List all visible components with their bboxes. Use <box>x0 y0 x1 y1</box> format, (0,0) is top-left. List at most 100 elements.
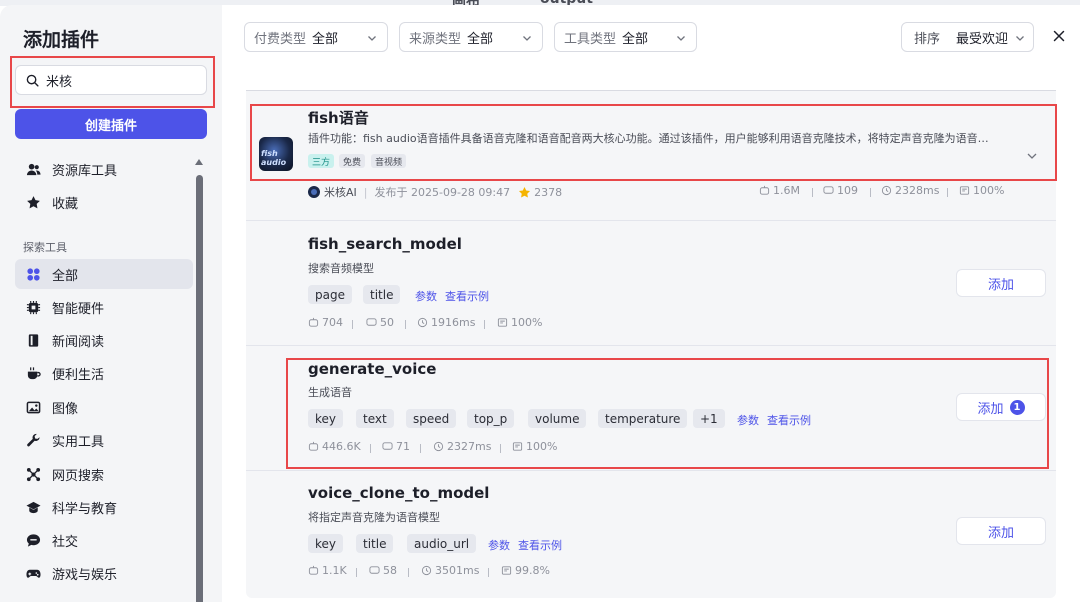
star-icon <box>519 186 531 198</box>
publisher-name: 米核AI <box>324 186 357 199</box>
expand-chevron-icon[interactable] <box>1026 150 1038 162</box>
sidebar-item-label: 网页搜索 <box>52 468 105 484</box>
added-count-badge: 1 <box>1009 399 1025 415</box>
filter-label: 付费类型 <box>254 31 307 47</box>
param-tag: top_p <box>467 409 515 428</box>
tool-type-filter[interactable]: 工具类型 全部 <box>554 22 697 52</box>
sidebar-item-news[interactable]: 新闻阅读 <box>15 325 193 355</box>
document-icon <box>959 186 970 195</box>
publish-date: 发布于 2025-09-28 09:47 <box>374 186 511 199</box>
clock-icon <box>433 441 444 452</box>
sidebar-item-label: 全部 <box>52 268 79 284</box>
params-link[interactable]: 参数 <box>415 288 437 304</box>
pay-type-filter[interactable]: 付费类型 全部 <box>244 22 388 52</box>
section-label: 探索工具 <box>23 241 67 254</box>
stat-latency: 3501ms <box>421 564 479 577</box>
add-tool-button[interactable]: 添加 <box>956 269 1046 297</box>
tool-description: 生成语音 <box>308 386 352 399</box>
sidebar-item-all[interactable]: 全部 <box>15 259 193 289</box>
sidebar-item-image[interactable]: 图像 <box>15 392 193 422</box>
clock-icon <box>421 565 432 576</box>
stat-separator <box>484 320 485 329</box>
chevron-down-icon <box>368 36 376 41</box>
message-icon <box>382 442 393 450</box>
add-tool-button[interactable]: 添加 <box>956 517 1046 545</box>
clock-icon <box>417 317 428 328</box>
plugin-tag: 三方 <box>308 154 335 168</box>
bot-icon <box>308 441 319 451</box>
chat-icon <box>25 532 41 548</box>
sort-label: 排序 <box>914 31 941 47</box>
param-tag: audio_url <box>407 534 477 553</box>
sidebar-item-label: 智能硬件 <box>52 301 105 317</box>
stat-calls: 58 <box>369 564 397 577</box>
bot-icon <box>759 185 770 195</box>
params-link[interactable]: 参数 <box>488 537 510 553</box>
sidebar-scrollbar[interactable] <box>196 175 203 602</box>
sidebar-item-favorites[interactable]: 收藏 <box>15 187 193 217</box>
sidebar-item-life[interactable]: 便利生活 <box>15 358 193 388</box>
param-tag: page <box>308 285 352 304</box>
stat-separator <box>370 444 371 453</box>
sort-select[interactable]: 排序 最受欢迎 <box>901 22 1034 52</box>
create-plugin-button[interactable]: 创建插件 <box>15 109 207 139</box>
tool-name: generate_voice <box>308 360 437 378</box>
params-link[interactable]: 参数 <box>737 412 759 428</box>
stat-separator <box>488 568 489 577</box>
graduation-cap-icon <box>25 499 41 515</box>
param-tag: key <box>308 534 344 553</box>
view-example-link[interactable]: 查看示例 <box>767 412 811 428</box>
stat-latency: 1916ms <box>417 316 475 329</box>
gamepad-icon <box>25 565 41 581</box>
sidebar-item-label: 图像 <box>52 401 79 417</box>
sidebar-item-resource-tools[interactable]: 资源库工具 <box>15 154 193 184</box>
add-tool-button[interactable]: 添加 1 <box>956 393 1046 421</box>
stat-separator <box>870 188 871 197</box>
message-icon <box>823 186 834 194</box>
document-icon <box>497 318 508 327</box>
sidebar-item-games[interactable]: 游戏与娱乐 <box>15 558 193 588</box>
stat-latency: 2328ms <box>881 184 939 197</box>
cup-icon <box>25 365 41 381</box>
sidebar-item-label: 收藏 <box>52 196 79 212</box>
document-icon <box>512 442 523 451</box>
view-example-link[interactable]: 查看示例 <box>518 537 562 553</box>
close-icon[interactable] <box>1052 29 1066 43</box>
sidebar-item-label: 便利生活 <box>52 367 105 383</box>
scroll-up-arrow[interactable] <box>195 159 203 165</box>
clock-icon <box>881 185 892 196</box>
param-tag: volume <box>528 409 587 428</box>
stat-success: 100% <box>512 440 557 453</box>
plugin-description: 插件功能：fish audio语音插件具备语音克隆和语音配音两大核心功能。通过该… <box>308 132 989 145</box>
sidebar-item-social[interactable]: 社交 <box>15 525 193 555</box>
sidebar-item-web-search[interactable]: 网页搜索 <box>15 459 193 489</box>
search-input[interactable] <box>46 72 196 88</box>
stat-separator <box>500 444 501 453</box>
message-icon <box>366 318 377 326</box>
search-icon <box>26 74 39 87</box>
filter-label: 工具类型 <box>564 31 617 47</box>
plugin-logo: fish audio <box>259 137 293 171</box>
sidebar-item-utilities[interactable]: 实用工具 <box>15 425 193 455</box>
stat-calls: 109 <box>823 184 858 197</box>
network-icon <box>25 466 41 482</box>
search-box[interactable] <box>15 65 207 95</box>
param-tag: title <box>356 534 394 553</box>
chevron-down-icon <box>677 36 685 41</box>
sidebar-item-label: 社交 <box>52 534 79 550</box>
tool-name: voice_clone_to_model <box>308 484 490 502</box>
stat-usage: 704 <box>308 316 343 329</box>
star-icon <box>25 194 41 210</box>
stat-usage: 1.1K <box>308 564 347 577</box>
param-tag-more[interactable]: +1 <box>693 409 725 428</box>
sidebar-item-smart-hardware[interactable]: 智能硬件 <box>15 292 193 322</box>
source-type-filter[interactable]: 来源类型 全部 <box>399 22 543 52</box>
view-example-link[interactable]: 查看示例 <box>445 288 489 304</box>
chevron-down-icon <box>1016 36 1024 41</box>
book-icon <box>25 332 41 348</box>
tool-description: 将指定声音克隆为语音模型 <box>308 511 440 524</box>
filter-value: 全部 <box>467 31 494 47</box>
stat-calls: 71 <box>382 440 410 453</box>
bot-icon <box>308 565 319 575</box>
sidebar-item-science-education[interactable]: 科学与教育 <box>15 492 193 522</box>
